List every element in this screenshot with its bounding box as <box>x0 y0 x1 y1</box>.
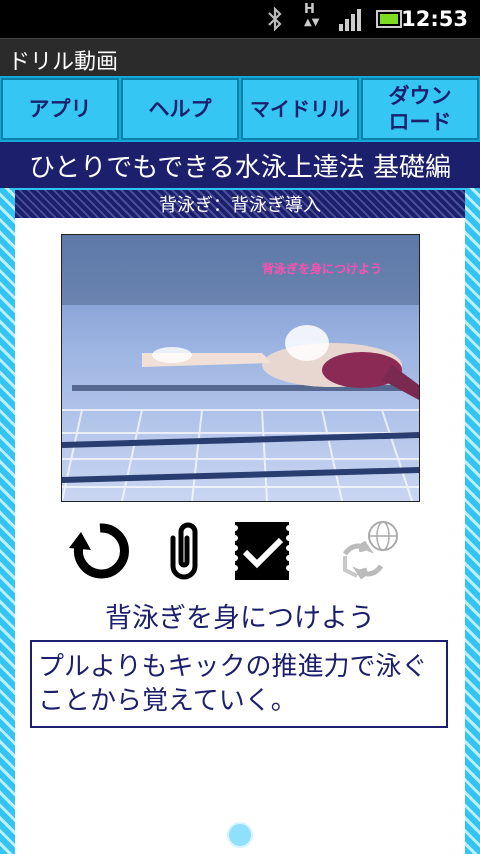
lesson-panel: 背泳ぎを身につけよう 背泳ぎを身につけよう プルよりもキックの推進力で泳ぐことか… <box>15 218 465 854</box>
left-stripe-decoration <box>0 188 15 854</box>
course-banner: ひとりでもできる水泳上達法 基礎編 <box>0 142 480 190</box>
battery-icon <box>376 10 402 28</box>
app-title: ドリル動画 <box>8 50 119 75</box>
video-caption: 背泳ぎを身につけよう <box>262 261 382 276</box>
bluetooth-icon <box>268 6 282 32</box>
globe-sync-icon[interactable] <box>337 518 403 584</box>
app-title-bar: ドリル動画 <box>0 38 480 77</box>
clip-icon[interactable] <box>151 518 217 584</box>
chapter-title: 背泳ぎ：背泳ぎ導入 <box>159 195 321 216</box>
clock: 12:53 <box>401 7 468 31</box>
hsdpa-icon: H ▲▼ <box>304 2 320 28</box>
chapter-header: 背泳ぎ：背泳ぎ導入 <box>15 190 465 218</box>
nav-download-button[interactable]: ダウン ロード <box>361 78 479 140</box>
page-indicator-dot <box>227 822 253 848</box>
nav-mydrill-button[interactable]: マイドリル <box>241 78 359 140</box>
nav-help-button[interactable]: ヘルプ <box>121 78 239 140</box>
lesson-description: プルよりもキックの推進力で泳ぐことから覚えていく。 <box>38 652 428 716</box>
course-title: ひとりでもできる水泳上達法 基礎編 <box>29 152 451 183</box>
network-label: H <box>304 2 315 17</box>
video-thumbnail[interactable]: 背泳ぎを身につけよう <box>61 234 420 502</box>
status-bar: H ▲▼ 12:53 <box>0 0 480 38</box>
right-stripe-decoration <box>465 188 480 854</box>
pool-scene-image: 背泳ぎを身につけよう <box>62 235 419 501</box>
nav-bar: アプリ ヘルプ マイドリル ダウン ロード <box>0 76 480 142</box>
replay-icon[interactable] <box>67 518 133 584</box>
action-bar <box>15 518 465 590</box>
signal-icon <box>339 9 361 31</box>
nav-apps-button[interactable]: アプリ <box>1 78 119 140</box>
lesson-description-box: プルよりもキックの推進力で泳ぐことから覚えていく。 <box>30 640 448 728</box>
lesson-title: 背泳ぎを身につけよう <box>105 603 375 634</box>
checked-document-icon[interactable] <box>229 518 295 584</box>
